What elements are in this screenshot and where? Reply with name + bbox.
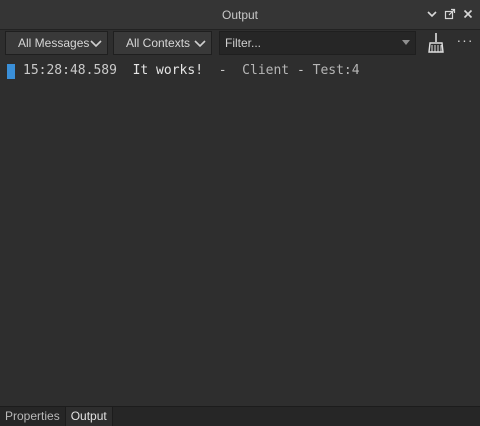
log-entry[interactable]: 15:28:48.589 It works! - Client - Test:4 xyxy=(0,62,480,80)
chevron-down-icon xyxy=(90,40,102,48)
contexts-filter-dropdown[interactable]: All Contexts xyxy=(113,31,212,55)
tab-properties[interactable]: Properties xyxy=(0,407,66,426)
chevron-down-icon xyxy=(194,40,206,48)
close-icon[interactable] xyxy=(462,8,474,20)
log-level-marker xyxy=(7,64,15,79)
log-timestamp: 15:28:48.589 xyxy=(23,63,117,78)
ellipsis-icon: ··· xyxy=(456,32,474,48)
filter-placeholder: Filter... xyxy=(225,36,262,50)
output-log[interactable]: 15:28:48.589 It works! - Client - Test:4 xyxy=(0,57,480,406)
bottom-tabs: Properties Output xyxy=(0,406,480,426)
messages-filter-dropdown[interactable]: All Messages xyxy=(5,31,108,55)
more-options-button[interactable]: ··· xyxy=(456,32,474,49)
filter-input[interactable]: Filter... xyxy=(219,31,416,55)
undock-icon[interactable] xyxy=(444,8,456,20)
output-panel: Output All Messages All Contexts Filter.… xyxy=(0,0,480,426)
log-context: Client xyxy=(242,63,290,78)
clear-output-button[interactable] xyxy=(424,31,446,55)
messages-filter-label: All Messages xyxy=(18,36,90,50)
tab-output[interactable]: Output xyxy=(65,407,113,426)
broom-icon xyxy=(428,33,444,53)
window-title: Output xyxy=(221,8,259,22)
log-separator: - xyxy=(218,63,227,78)
log-entry-text: 15:28:48.589 It works! - Client - Test:4 xyxy=(23,63,360,78)
log-source: Test:4 xyxy=(312,63,360,78)
log-message: It works! xyxy=(132,63,204,78)
filter-history-caret-icon[interactable] xyxy=(402,40,410,45)
chevron-down-icon[interactable] xyxy=(426,8,438,20)
title-bar: Output xyxy=(0,0,480,30)
contexts-filter-label: All Contexts xyxy=(126,36,191,50)
title-actions xyxy=(426,8,474,20)
toolbar: All Messages All Contexts Filter... ··· xyxy=(0,30,480,57)
